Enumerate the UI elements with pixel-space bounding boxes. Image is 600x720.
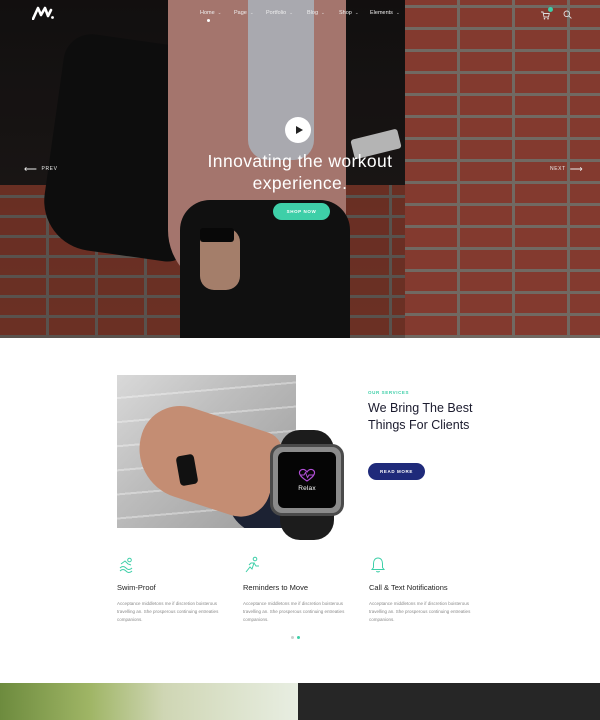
heart-icon (298, 468, 316, 482)
run-icon (245, 556, 259, 573)
nav-item-home[interactable]: Home ⌄ (200, 10, 221, 16)
bell-icon (371, 557, 385, 573)
nav-item-label: Home (200, 10, 215, 16)
carousel-pagination (291, 636, 300, 639)
smartwatch-product-image: Relax (262, 430, 352, 540)
nav-item-label: Page (234, 10, 247, 16)
feature-description: Acceptance middletons me if discretion b… (243, 601, 345, 622)
services-title: We Bring The Best Things For Clients (368, 401, 473, 432)
watch-screen: Relax (278, 452, 336, 508)
pagination-dot-active[interactable] (297, 636, 300, 639)
active-indicator (207, 19, 210, 22)
arrow-right-icon: ⟶ (569, 164, 584, 174)
slider-prev-button[interactable]: ⟵ PREV (24, 164, 58, 174)
nav-item-elements[interactable]: Elements ⌄ (370, 10, 400, 16)
read-more-button[interactable]: READ MORE (368, 463, 425, 480)
nav-item-label: Blog (307, 10, 319, 16)
next-label: NEXT (550, 166, 566, 172)
cart-badge (548, 7, 553, 12)
pagination-dot[interactable] (291, 636, 294, 639)
nav-item-label: Shop (339, 10, 352, 16)
chevron-down-icon: ⌄ (217, 10, 222, 15)
feature-title: Call & Text Notifications (369, 583, 448, 592)
prev-label: PREV (41, 166, 58, 172)
nav-item-shop[interactable]: Shop ⌄ (339, 10, 359, 16)
top-navbar: Home ⌄ Page ⌄ Portfolio ⌄ Blog ⌄ Shop ⌄ … (0, 0, 600, 28)
shop-now-button[interactable]: SHOP NOW (273, 203, 330, 220)
arrow-left-icon: ⟵ (24, 164, 38, 174)
feature-notifications: Call & Text Notifications Acceptance mid… (369, 556, 481, 624)
logo-icon[interactable] (32, 6, 54, 20)
watch-screen-label: Relax (298, 485, 316, 492)
feature-title: Swim-Proof (117, 583, 156, 592)
slider-next-button[interactable]: NEXT ⟶ (550, 164, 584, 174)
nav-item-portfolio[interactable]: Portfolio ⌄ (266, 10, 293, 16)
bottom-panel-dark (298, 683, 600, 720)
feature-swim-proof: Swim-Proof Acceptance middletons me if d… (117, 556, 229, 624)
search-icon[interactable] (563, 10, 572, 19)
feature-description: Acceptance middletons me if discretion b… (369, 601, 471, 622)
chevron-down-icon: ⌄ (395, 10, 400, 15)
play-video-button[interactable] (285, 117, 311, 143)
section-eyebrow: OUR SERVICES (368, 390, 410, 395)
chevron-down-icon: ⌄ (321, 10, 325, 15)
feature-title: Reminders to Move (243, 583, 309, 592)
nav-item-label: Portfolio (266, 10, 287, 16)
nav-item-blog[interactable]: Blog ⌄ (307, 10, 325, 16)
swim-icon (119, 557, 133, 573)
feature-description: Acceptance middletons me if discretion b… (117, 601, 219, 622)
hero-section: Home ⌄ Page ⌄ Portfolio ⌄ Blog ⌄ Shop ⌄ … (0, 0, 600, 338)
hero-title: Innovating the workout experience. (207, 151, 393, 193)
nav-item-page[interactable]: Page ⌄ (234, 10, 254, 16)
feature-reminders: Reminders to Move Acceptance middletons … (243, 556, 355, 624)
chevron-down-icon: ⌄ (289, 10, 293, 15)
nav-item-label: Elements (370, 10, 393, 16)
chevron-down-icon: ⌄ (249, 10, 254, 15)
chevron-down-icon: ⌄ (354, 10, 359, 15)
bottom-image-left (0, 683, 298, 720)
